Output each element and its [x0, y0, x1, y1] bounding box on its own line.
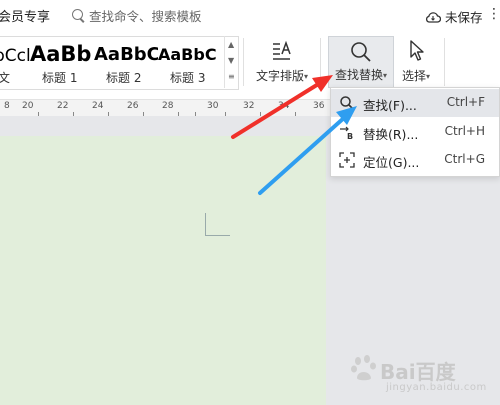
baidu-watermark: Bai百度 jingyan.baidu.com: [350, 352, 500, 402]
search-icon: [340, 96, 354, 110]
menu-item-find[interactable]: 查找(F)... Ctrl+F: [331, 89, 499, 117]
style-heading-3[interactable]: AaBbC 标题 3: [158, 37, 222, 89]
search-icon: [72, 8, 85, 23]
svg-text:B: B: [347, 132, 353, 140]
paw-logo-icon: [351, 355, 376, 381]
ruler-number: 26: [127, 101, 139, 111]
menu-item-shortcut: Ctrl+G: [444, 152, 485, 166]
ribbon-divider: [444, 38, 445, 86]
style-label: 标题 2: [106, 71, 142, 85]
member-exclusive-link[interactable]: 会员专享: [0, 6, 50, 25]
ruler-number: 8: [4, 101, 10, 111]
ruler-number: 22: [57, 101, 69, 111]
text-layout-button[interactable]: 文字排版▾: [250, 36, 314, 88]
watermark-text: Bai百度: [380, 360, 456, 384]
menu-item-shortcut: Ctrl+H: [444, 124, 485, 138]
style-sample: AaBb: [30, 42, 92, 66]
scroll-down-icon[interactable]: ▼: [228, 56, 234, 65]
style-normal[interactable]: bCcl 文: [0, 37, 31, 89]
more-options-icon[interactable]: ⋮: [487, 6, 500, 22]
cursor-icon: [410, 40, 424, 61]
menu-item-label: 替换(R)...: [363, 127, 419, 142]
text-layout-label: 文字排版▾: [255, 69, 309, 83]
ruler-number: 32: [243, 101, 255, 111]
cloud-icon: [425, 11, 441, 23]
ruler-number: 34: [278, 101, 290, 111]
menu-item-replace[interactable]: B 替换(R)... Ctrl+H: [331, 118, 499, 146]
select-label: 选择▾: [401, 69, 431, 83]
ruler-number: 36: [313, 101, 325, 111]
style-gallery: bCcl 文 AaBb 标题 1 AaBbC 标题 2 AaBbC 标题 3: [0, 36, 239, 90]
menu-item-goto[interactable]: 定位(G)... Ctrl+G: [331, 146, 499, 174]
ribbon-divider: [243, 38, 244, 86]
document-page[interactable]: [0, 136, 326, 405]
scroll-up-icon[interactable]: ▲: [228, 40, 234, 49]
menu-item-label: 查找(F)...: [363, 98, 417, 113]
command-search[interactable]: 查找命令、搜索模板: [72, 5, 202, 25]
replace-icon: B: [340, 126, 353, 140]
find-replace-menu: 查找(F)... Ctrl+F B 替换(R)... Ctrl+H 定位(G).…: [330, 87, 500, 177]
style-gallery-scroll[interactable]: ▲ ▼ ≡: [224, 36, 239, 88]
unsaved-label: 未保存: [445, 10, 483, 25]
ribbon-divider: [320, 38, 321, 86]
style-sample: AaBbC: [158, 45, 217, 64]
text-layout-icon: [273, 40, 291, 60]
find-replace-button[interactable]: 查找替换▾: [328, 36, 394, 88]
top-bar: 会员专享 查找命令、搜索模板 未保存 ⋮: [0, 0, 500, 30]
search-icon: [351, 42, 371, 62]
find-replace-label: 查找替换▾: [334, 68, 388, 82]
style-sample: bCcl: [0, 46, 31, 66]
style-sample: AaBbC: [94, 44, 158, 65]
ruler-number: 24: [92, 101, 104, 111]
menu-item-label: 定位(G)...: [363, 155, 420, 170]
ruler-number: 20: [22, 101, 34, 111]
page-margin-marker: [205, 213, 230, 236]
watermark-subtext: jingyan.baidu.com: [386, 382, 487, 393]
expand-icon[interactable]: ≡: [228, 72, 235, 81]
style-label: 文: [0, 71, 11, 85]
goto-icon: [339, 152, 355, 168]
select-button[interactable]: 选择▾: [396, 36, 436, 88]
style-heading-2[interactable]: AaBbC 标题 2: [94, 37, 158, 89]
menu-item-shortcut: Ctrl+F: [446, 95, 485, 109]
style-heading-1[interactable]: AaBb 标题 1: [30, 37, 94, 89]
ruler-number: 30: [207, 101, 219, 111]
unsaved-status[interactable]: 未保存: [425, 7, 483, 26]
ruler-number: 28: [162, 101, 174, 111]
style-label: 标题 1: [42, 71, 78, 85]
command-search-placeholder: 查找命令、搜索模板: [89, 8, 202, 24]
style-label: 标题 3: [170, 71, 206, 85]
